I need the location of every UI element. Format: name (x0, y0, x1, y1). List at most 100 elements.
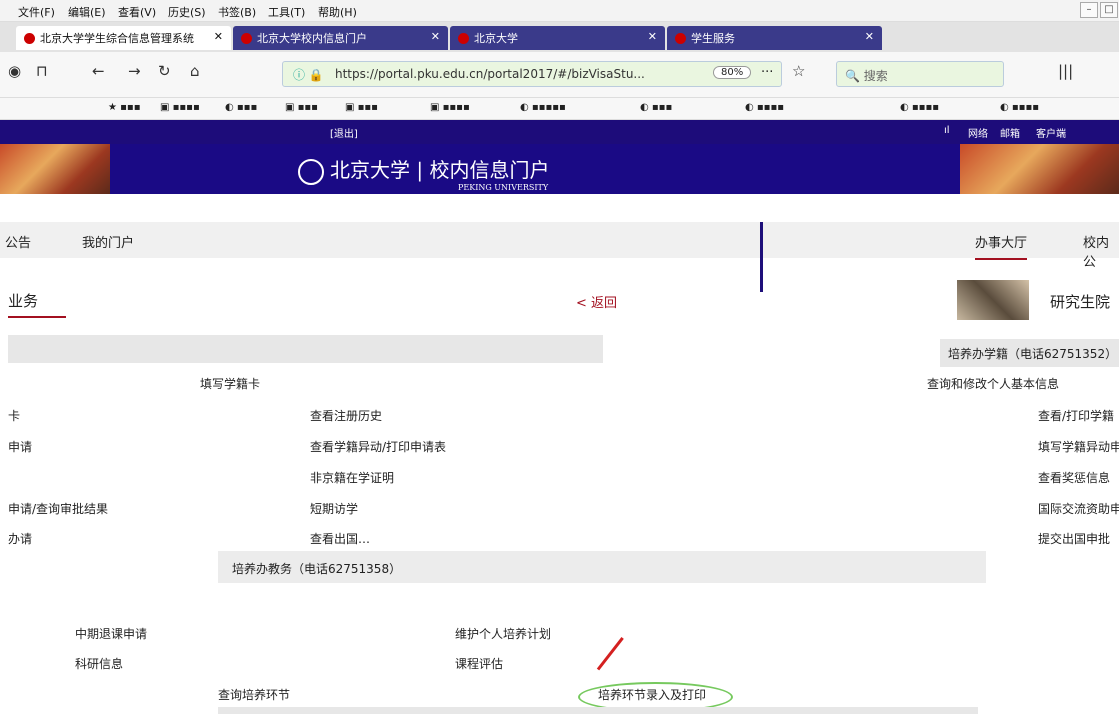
maximize-icon[interactable]: □ (1100, 2, 1118, 18)
autumn-tree-image (960, 144, 1119, 194)
pku-favicon-icon (458, 33, 469, 44)
close-tab-icon[interactable]: ✕ (648, 30, 657, 43)
reg-link[interactable]: 办请 (8, 530, 32, 547)
reg-link[interactable]: 卡 (8, 407, 20, 424)
bookmark-item[interactable]: ▣ ▪▪▪▪ (430, 102, 470, 113)
logo-subtitle: PEKING UNIVERSITY (458, 182, 549, 192)
tab-pku[interactable]: 北京大学 ✕ (450, 26, 665, 50)
page-actions-icon[interactable]: ··· (761, 65, 773, 80)
browser-menu-bar: 文件(F) 编辑(E) 查看(V) 历史(S) 书签(B) 工具(T) 帮助(H… (0, 0, 1119, 22)
bookmark-item[interactable]: ◐ ▪▪▪▪ (900, 102, 939, 113)
reg-header-bar: 培养办学籍（电话62751352） (940, 339, 1119, 367)
library-shelf-icon[interactable]: ||| (1058, 62, 1073, 80)
menu-bookmarks[interactable]: 书签(B) (218, 4, 256, 20)
menu-edit[interactable]: 编辑(E) (68, 4, 106, 20)
close-tab-icon[interactable]: ✕ (214, 30, 223, 43)
bookmark-star-icon[interactable]: ☆ (792, 62, 805, 80)
lock-icon: ⓘ 🔒 (293, 68, 324, 82)
reg-link[interactable]: 申请/查询审批结果 (8, 500, 108, 517)
menu-view[interactable]: 查看(V) (118, 4, 156, 20)
query-training-link[interactable]: 查询培养环节 (218, 686, 290, 703)
close-tab-icon[interactable]: ✕ (431, 30, 440, 43)
navigation-bar: ◉ ⊓ ← → ↻ ⌂ ⓘ 🔒 https://portal.pku.edu.c… (0, 52, 1119, 98)
midterm-withdraw-link[interactable]: 中期退课申请 (75, 625, 147, 642)
nav-my-portal[interactable]: 我的门户 (82, 232, 134, 251)
bookmark-item[interactable]: ◐ ▪▪▪ (225, 102, 257, 113)
bookmark-item[interactable]: ◐ ▪▪▪ (640, 102, 672, 113)
view-print-status-link[interactable]: 查看/打印学籍 (1038, 407, 1114, 424)
tab-student-system[interactable]: 北京大学学生综合信息管理系统 ✕ (16, 26, 231, 50)
url-text: https://portal.pku.edu.cn/portal2017/#/b… (335, 67, 645, 81)
view-rewards-link[interactable]: 查看奖惩信息 (1038, 469, 1110, 486)
bookmark-item[interactable]: ▣ ▪▪▪▪ (160, 102, 200, 113)
edu-section-header: 培养办教务（电话62751358） (218, 551, 986, 583)
search-input[interactable]: 🔍 搜索 (836, 61, 1004, 87)
view-abroad-link[interactable]: 查看出国… (310, 530, 370, 547)
logout-link[interactable]: [退出] (330, 125, 358, 140)
search-icon: 🔍 (845, 69, 864, 83)
pku-favicon-icon (241, 33, 252, 44)
nav-service-hall[interactable]: 办事大厅 (975, 232, 1028, 260)
signal-icon: ıl (944, 125, 950, 136)
bookmark-item[interactable]: ◐ ▪▪▪▪▪ (520, 102, 566, 113)
research-info-link[interactable]: 科研信息 (75, 655, 123, 672)
network-link[interactable]: 网络 (968, 125, 988, 140)
view-status-change-link[interactable]: 查看学籍异动/打印申请表 (310, 438, 446, 455)
url-bar[interactable]: ⓘ 🔒 https://portal.pku.edu.cn/portal2017… (282, 61, 782, 87)
forward-icon[interactable]: → (128, 62, 141, 80)
bookmark-item[interactable]: ★ ▪▪▪ (108, 102, 140, 113)
portal-top-strip: [退出] ıl 网络 邮箱 客户端 (0, 120, 1119, 144)
pku-seal-icon (298, 158, 324, 185)
tab-portal[interactable]: 北京大学校内信息门户 ✕ (233, 26, 448, 50)
back-link[interactable]: < 返回 (576, 292, 617, 311)
pku-favicon-icon (675, 33, 686, 44)
autumn-tree-image (0, 144, 110, 194)
library-icon[interactable]: ◉ (8, 62, 21, 80)
edu-header-text: 培养办教务（电话62751358） (232, 562, 402, 576)
menu-tools[interactable]: 工具(T) (268, 4, 305, 20)
intl-exchange-funding-link[interactable]: 国际交流资助申 (1038, 500, 1119, 517)
grad-school-thumbnail (957, 280, 1029, 320)
tab-student-service[interactable]: 学生服务 ✕ (667, 26, 882, 50)
bookmark-item[interactable]: ◐ ▪▪▪▪ (1000, 102, 1039, 113)
non-beijing-certificate-link[interactable]: 非京籍在学证明 (310, 469, 394, 486)
bookmark-item[interactable]: ▣ ▪▪▪ (285, 102, 318, 113)
portal-logo: 北京大学 | 校内信息门户 PEKING UNIVERSITY (298, 154, 549, 192)
grad-school-title: 研究生院 (1050, 293, 1111, 311)
reg-header-text: 培养办学籍（电话62751352） (948, 347, 1118, 361)
menu-file[interactable]: 文件(F) (18, 4, 55, 20)
portal-banner: 北京大学 | 校内信息门户 PEKING UNIVERSITY (0, 144, 1119, 194)
zoom-level[interactable]: 80% (713, 66, 752, 79)
client-link[interactable]: 客户端 (1036, 125, 1066, 140)
home-icon[interactable]: ⌂ (190, 62, 200, 80)
view-registration-history-link[interactable]: 查看注册历史 (310, 407, 382, 424)
annotation-arrow (596, 637, 624, 671)
reload-icon[interactable]: ↻ (158, 62, 171, 80)
mail-link[interactable]: 邮箱 (1000, 125, 1020, 140)
course-evaluation-link[interactable]: 课程评估 (455, 655, 503, 672)
maintain-plan-link[interactable]: 维护个人培养计划 (455, 625, 551, 642)
tab-strip: 北京大学学生综合信息管理系统 ✕ 北京大学校内信息门户 ✕ 北京大学 ✕ 学生服务 ✕ (0, 22, 1119, 52)
grey-header-bar (8, 335, 603, 363)
bookmarks-toolbar: ★ ▪▪▪ ▣ ▪▪▪▪ ◐ ▪▪▪ ▣ ▪▪▪ ▣ ▪▪▪ ▣ ▪▪▪▪ ◐ … (0, 98, 1119, 120)
row-separator (218, 707, 978, 714)
short-term-visit-link[interactable]: 短期访学 (310, 500, 358, 517)
back-icon[interactable]: ← (92, 62, 105, 80)
minimize-icon[interactable]: – (1080, 2, 1098, 18)
bookmark-item[interactable]: ◐ ▪▪▪▪ (745, 102, 784, 113)
nav-campus-office[interactable]: 校内公 (1083, 232, 1119, 270)
close-tab-icon[interactable]: ✕ (865, 30, 874, 43)
menu-help[interactable]: 帮助(H) (318, 4, 357, 20)
section-title: 业务 (8, 292, 39, 310)
query-personal-info-link[interactable]: 查询和修改个人基本信息 (927, 375, 1059, 392)
nav-announcements[interactable]: 公告 (5, 232, 31, 251)
reg-link[interactable]: 申请 (8, 438, 32, 455)
title-underline (8, 316, 66, 318)
portal-main-nav: 公告 我的门户 办事大厅 校内公 (0, 222, 1119, 270)
submit-abroad-link[interactable]: 提交出国申批 (1038, 530, 1110, 547)
menu-history[interactable]: 历史(S) (168, 4, 206, 20)
bookmark-item[interactable]: ▣ ▪▪▪ (345, 102, 378, 113)
sidebar-icon[interactable]: ⊓ (36, 62, 48, 80)
fill-status-change-link[interactable]: 填写学籍异动申 (1038, 438, 1119, 455)
fill-reg-card-link[interactable]: 填写学籍卡 (200, 375, 260, 392)
